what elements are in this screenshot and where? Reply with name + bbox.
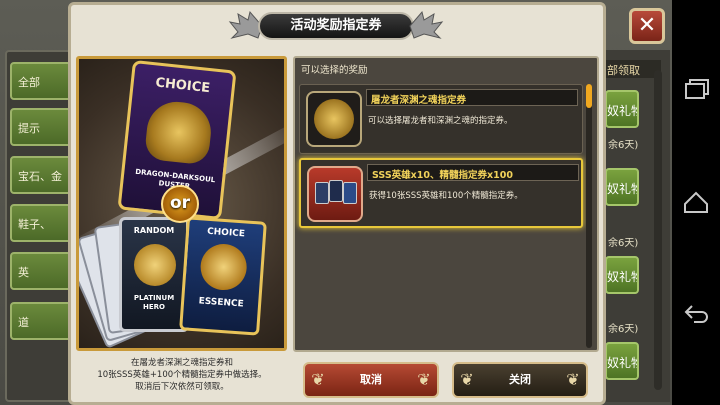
remaining-days: 余6天) bbox=[608, 238, 639, 248]
ornament-icon: ❦ bbox=[417, 370, 431, 389]
mini-card bbox=[315, 182, 329, 204]
mini-card bbox=[329, 180, 343, 202]
emblem bbox=[314, 99, 354, 139]
android-nav-bar bbox=[672, 0, 720, 405]
ornament-icon: ❦ bbox=[566, 370, 580, 389]
back-icon[interactable] bbox=[682, 300, 710, 328]
description-line: 10张SSS英雄+100个精髓指定券中做选择。 bbox=[97, 370, 267, 380]
hero-cards-icon bbox=[307, 166, 363, 222]
recent-apps-icon[interactable] bbox=[682, 76, 710, 104]
reward-list-header: 可以选择的奖励 bbox=[301, 65, 368, 76]
or-badge: or bbox=[161, 185, 199, 223]
essence-emblem-icon bbox=[199, 242, 249, 292]
remaining-days: 余6天) bbox=[608, 140, 639, 150]
reward-scrollbar[interactable] bbox=[586, 84, 592, 348]
close-icon[interactable]: ✕ bbox=[629, 8, 665, 44]
close-button[interactable]: ❦ 关闭 ❦ bbox=[452, 362, 588, 398]
card-title: RANDOM bbox=[133, 226, 175, 235]
gift-button[interactable]: 奴礼物 bbox=[605, 90, 639, 128]
gift-button[interactable]: 奴礼物 bbox=[605, 256, 639, 294]
card-title: CHOICE bbox=[154, 75, 211, 97]
random-hero-card: RANDOM PLATINUM HERO bbox=[119, 217, 189, 332]
scrollbar-thumb[interactable] bbox=[586, 84, 592, 108]
close-label: 关闭 bbox=[509, 373, 531, 386]
promo-description: 在屠龙者深渊之魂指定券和 10张SSS英雄+100个精髓指定券中做选择。 取消后… bbox=[76, 357, 288, 393]
cancel-label: 取消 bbox=[360, 373, 382, 386]
dialog-header: 活动奖励指定券 bbox=[228, 4, 444, 48]
reward-title: 屠龙者深渊之魂指定券 bbox=[366, 89, 578, 106]
claim-all-label[interactable]: 部领取 bbox=[603, 60, 661, 78]
card-subtitle: PLATINUM HERO bbox=[133, 294, 175, 311]
cancel-button[interactable]: ❦ 取消 ❦ bbox=[303, 362, 439, 398]
dragon-emblem-icon bbox=[306, 91, 362, 147]
dragon-wing-icon bbox=[409, 10, 444, 39]
mini-card bbox=[343, 182, 357, 204]
home-icon[interactable] bbox=[682, 188, 710, 216]
ornament-icon: ❦ bbox=[460, 370, 474, 389]
reward-option[interactable]: 屠龙者深渊之魂指定券 可以选择屠龙者和深渊之魂的指定券。 bbox=[299, 84, 583, 154]
mailbox-scrollbar[interactable] bbox=[654, 70, 662, 390]
remaining-days: 余6天) bbox=[608, 324, 639, 334]
card-title: CHOICE bbox=[206, 226, 246, 240]
ss-emblem-icon bbox=[134, 244, 176, 286]
reward-option-selected[interactable]: SSS英雄x10、精髓指定券x100 获得10张SSS英雄和100个精髓指定券。 bbox=[299, 158, 583, 228]
ornament-icon: ❦ bbox=[311, 370, 325, 389]
promo-illustration: CHOICE DRAGON-DARKSOUL DUSTER RANDOM PLA… bbox=[76, 56, 287, 351]
choice-essence-card: CHOICE ESSENCE bbox=[179, 216, 267, 336]
card-subtitle: ESSENCE bbox=[198, 296, 244, 310]
reward-list-panel: 可以选择的奖励 屠龙者深渊之魂指定券 可以选择屠龙者和深渊之魂的指定券。 SSS… bbox=[293, 56, 599, 352]
description-line: 取消后下次依然可领取。 bbox=[135, 382, 229, 392]
reward-title: SSS英雄x10、精髓指定券x100 bbox=[367, 164, 579, 181]
dragon-emblem-icon bbox=[143, 98, 214, 166]
description-line: 在屠龙者深渊之魂指定券和 bbox=[130, 358, 233, 368]
gift-button[interactable]: 奴礼物 bbox=[605, 342, 639, 380]
gift-button[interactable]: 奴礼物 bbox=[605, 168, 639, 206]
dialog-title: 活动奖励指定券 bbox=[258, 12, 414, 40]
reward-description: 可以选择屠龙者和深渊之魂的指定券。 bbox=[368, 116, 513, 126]
reward-description: 获得10张SSS英雄和100个精髓指定券。 bbox=[369, 191, 523, 201]
